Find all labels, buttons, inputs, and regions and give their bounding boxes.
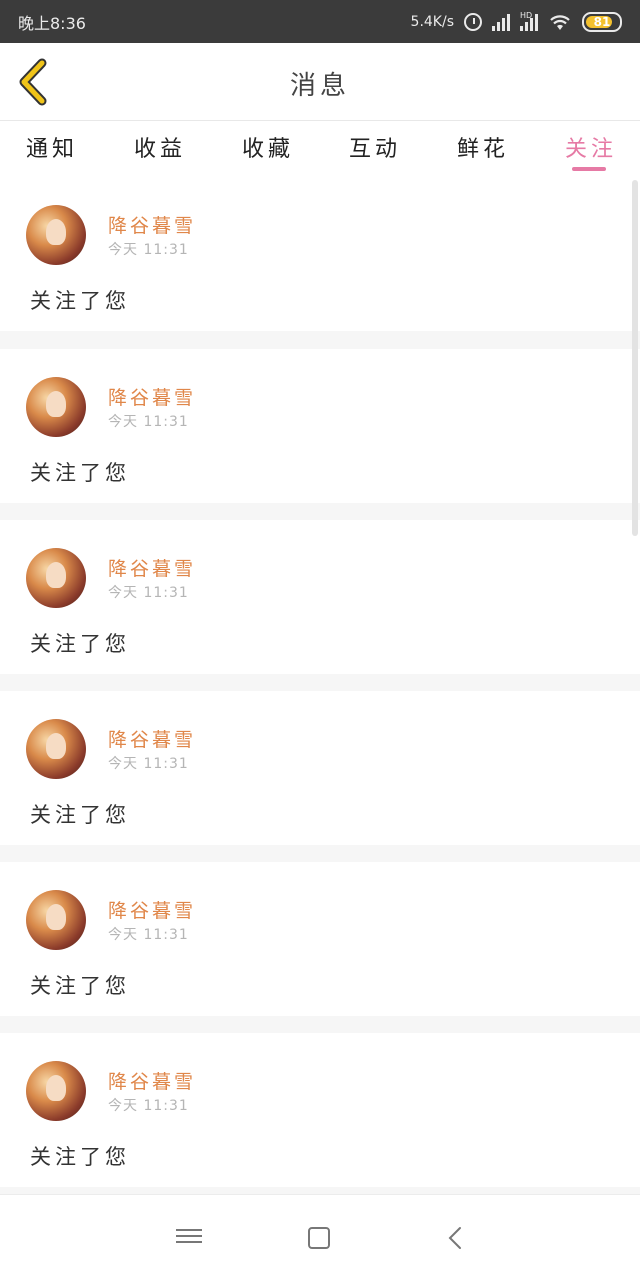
timestamp: 今天 11:31 [108, 242, 189, 258]
list-item[interactable]: 降谷暮雪 今天 11:31 关注了您 [0, 862, 640, 1016]
timestamp: 今天 11:31 [108, 756, 189, 772]
user-name[interactable]: 降谷暮雪 [108, 725, 196, 752]
avatar[interactable] [26, 1061, 86, 1121]
battery-icon: 81 [582, 11, 622, 32]
tab-following[interactable]: 关注 [565, 131, 617, 163]
active-tab-indicator [572, 167, 606, 171]
timestamp: 今天 11:31 [108, 1098, 189, 1114]
alarm-icon [464, 12, 482, 31]
signal-icon [492, 13, 510, 31]
avatar[interactable] [26, 719, 86, 779]
user-name[interactable]: 降谷暮雪 [108, 554, 196, 581]
user-name[interactable]: 降谷暮雪 [108, 383, 196, 410]
list-item[interactable]: 降谷暮雪 今天 11:31 关注了您 [0, 1033, 640, 1187]
list-item[interactable]: 降谷暮雪 今天 11:31 关注了您 [0, 349, 640, 503]
tab-flowers[interactable]: 鲜花 [457, 131, 509, 163]
menu-icon[interactable] [176, 1225, 202, 1251]
tab-bar: 通知 收益 收藏 互动 鲜花 关注 [0, 121, 640, 177]
network-speed: 5.4K/s [410, 13, 454, 30]
system-back-icon[interactable] [444, 1225, 470, 1251]
battery-level: 81 [593, 14, 611, 29]
message-text: 关注了您 [30, 289, 130, 313]
timestamp: 今天 11:31 [108, 585, 189, 601]
timestamp: 今天 11:31 [108, 414, 189, 430]
user-name[interactable]: 降谷暮雪 [108, 211, 196, 238]
tab-notice[interactable]: 通知 [26, 131, 78, 163]
notification-list[interactable]: 降谷暮雪 今天 11:31 关注了您 降谷暮雪 今天 11:31 关注了您 降谷… [0, 177, 640, 1194]
tab-interactions[interactable]: 互动 [349, 131, 401, 163]
header: 消息 [0, 43, 640, 121]
message-text: 关注了您 [30, 803, 130, 827]
message-text: 关注了您 [30, 461, 130, 485]
system-nav-bar [0, 1194, 640, 1280]
scrollbar[interactable] [632, 180, 638, 536]
hd-signal-icon: HD [520, 10, 538, 31]
home-icon[interactable] [308, 1227, 330, 1249]
status-time: 晚上8:36 [18, 13, 86, 33]
avatar[interactable] [26, 377, 86, 437]
avatar[interactable] [26, 548, 86, 608]
user-name[interactable]: 降谷暮雪 [108, 1067, 196, 1094]
user-name[interactable]: 降谷暮雪 [108, 896, 196, 923]
list-item[interactable]: 降谷暮雪 今天 11:31 关注了您 [0, 691, 640, 845]
wifi-icon [550, 14, 570, 30]
timestamp: 今天 11:31 [108, 927, 189, 943]
page-title: 消息 [289, 71, 350, 101]
message-text: 关注了您 [30, 1145, 130, 1169]
list-item[interactable]: 降谷暮雪 今天 11:31 关注了您 [0, 520, 640, 674]
hd-label: HD [520, 10, 533, 20]
tab-earnings[interactable]: 收益 [134, 131, 186, 163]
avatar[interactable] [26, 205, 86, 265]
avatar[interactable] [26, 890, 86, 950]
tab-favorites[interactable]: 收藏 [242, 131, 294, 163]
list-item[interactable]: 降谷暮雪 今天 11:31 关注了您 [0, 177, 640, 331]
message-text: 关注了您 [30, 632, 130, 656]
status-bar: 晚上8:36 5.4K/s HD 81 [0, 0, 640, 43]
status-indicators: 5.4K/s HD 81 [410, 10, 622, 32]
message-text: 关注了您 [30, 974, 130, 998]
